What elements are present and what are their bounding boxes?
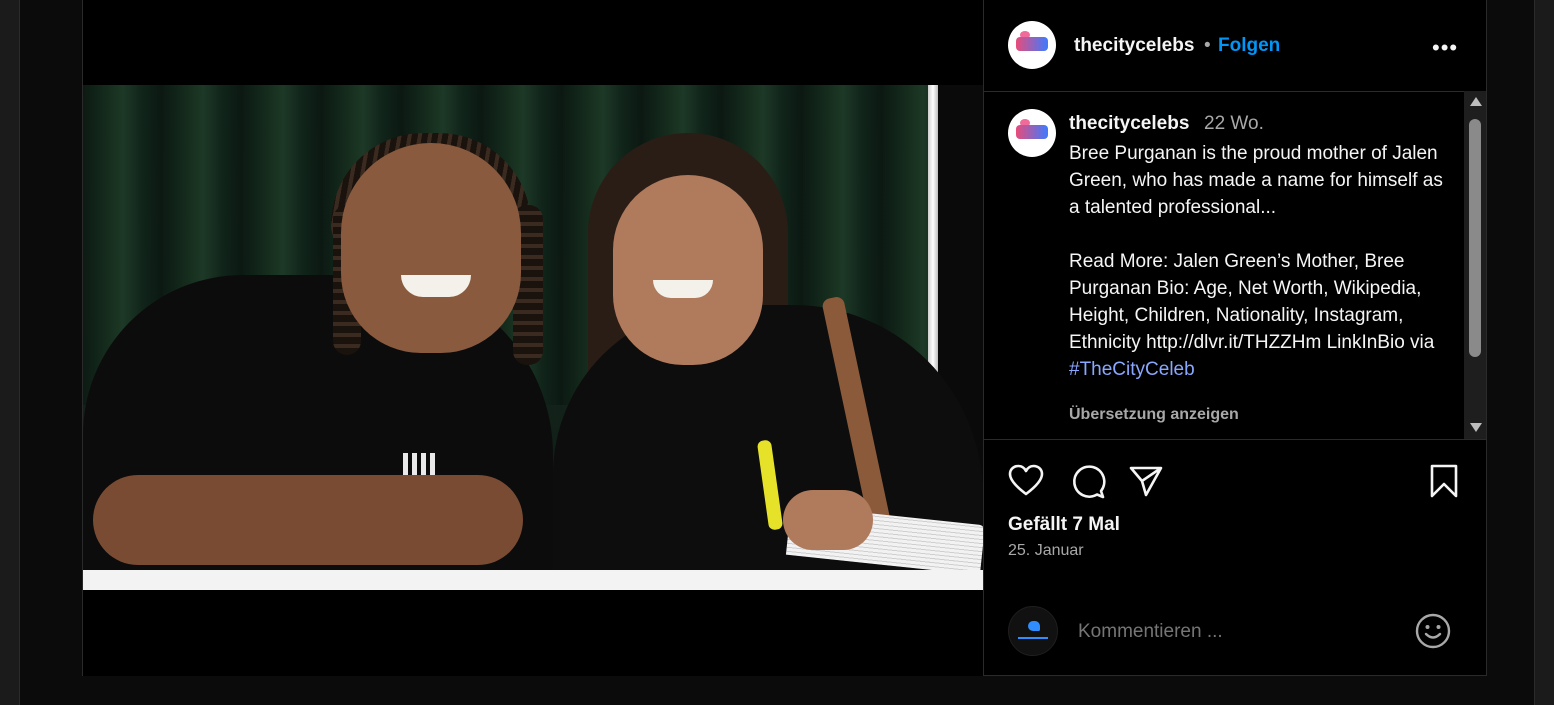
caption-avatar[interactable] xyxy=(1008,109,1056,157)
comment-bar xyxy=(984,590,1487,676)
caption-body: Bree Purganan is the proud mother of Jal… xyxy=(1069,143,1443,353)
bookmark-icon[interactable] xyxy=(1424,461,1464,501)
follow-button[interactable]: Folgen xyxy=(1218,35,1280,57)
right-gutter xyxy=(1535,0,1554,705)
author-username[interactable]: thecitycelebs xyxy=(1074,35,1194,57)
woman-hand xyxy=(783,490,873,550)
gutter-divider xyxy=(1534,0,1535,705)
avatar-logo xyxy=(1016,37,1048,51)
scroll-down-arrow-icon[interactable] xyxy=(1470,423,1482,432)
send-icon[interactable] xyxy=(1126,461,1166,501)
caption-username[interactable]: thecitycelebs xyxy=(1069,113,1189,135)
header-separator: • xyxy=(1204,35,1211,56)
woman-smile xyxy=(653,280,713,298)
caption-scrollbar[interactable] xyxy=(1464,91,1486,439)
avatar-logo-text xyxy=(1018,637,1048,639)
emoji-icon[interactable] xyxy=(1414,612,1452,650)
viewer-avatar xyxy=(1008,606,1058,656)
caption-area: thecitycelebs 22 Wo. Bree Purganan is th… xyxy=(984,91,1487,440)
gutter-divider xyxy=(19,0,20,705)
avatar-logo xyxy=(1028,621,1040,631)
author-avatar[interactable] xyxy=(1008,21,1056,69)
comment-icon[interactable] xyxy=(1068,461,1108,501)
heart-icon[interactable] xyxy=(1006,461,1046,501)
caption-hashtag[interactable]: #TheCityCeleb xyxy=(1069,359,1195,380)
man-face xyxy=(341,143,521,353)
post-header: thecitycelebs • Folgen ••• xyxy=(984,0,1487,92)
table-edge xyxy=(83,570,983,590)
caption-text: Bree Purganan is the proud mother of Jal… xyxy=(1069,140,1449,383)
caption-time[interactable]: 22 Wo. xyxy=(1204,113,1264,135)
left-gutter xyxy=(0,0,19,705)
translate-button[interactable]: Übersetzung anzeigen xyxy=(1069,406,1239,424)
post-media xyxy=(83,0,983,676)
avatar-logo xyxy=(1016,125,1048,139)
woman-face xyxy=(613,175,763,365)
post-photo[interactable] xyxy=(83,85,983,590)
post-date[interactable]: 25. Januar xyxy=(1008,542,1084,560)
scroll-thumb[interactable] xyxy=(1469,119,1481,357)
likes-count[interactable]: Gefällt 7 Mal xyxy=(1008,514,1120,536)
post-sidebar: thecitycelebs • Folgen ••• thecitycelebs… xyxy=(983,0,1487,676)
man-arms xyxy=(93,475,523,565)
man-smile xyxy=(401,275,471,297)
comment-input[interactable] xyxy=(1076,620,1380,644)
post-dialog: thecitycelebs • Folgen ••• thecitycelebs… xyxy=(82,0,1487,676)
action-bar xyxy=(984,439,1487,519)
more-icon[interactable]: ••• xyxy=(1432,35,1458,61)
scroll-up-arrow-icon[interactable] xyxy=(1470,97,1482,106)
